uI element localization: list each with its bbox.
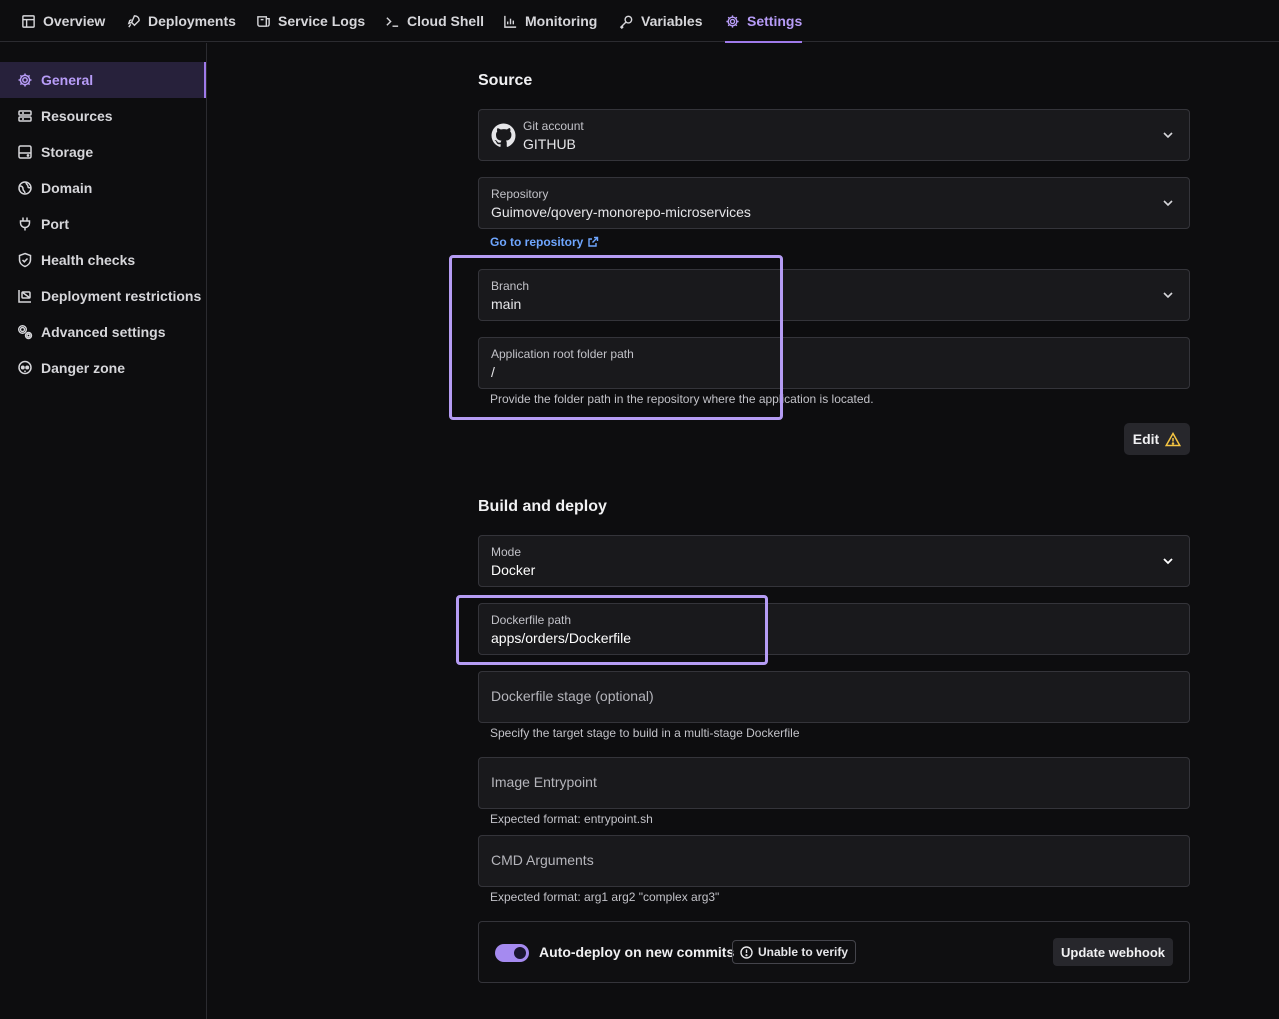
tab-deployments[interactable]: Deployments (126, 0, 236, 42)
unable-to-verify-badge: Unable to verify (732, 940, 857, 964)
tab-label: Variables (641, 13, 703, 29)
settings-sidebar: General Resources Storage Domain Port He… (0, 43, 207, 1019)
terminal-icon (386, 16, 399, 27)
root-path-field[interactable]: Application root folder path / (478, 337, 1190, 389)
rocket-icon (127, 14, 140, 28)
sidebar-item-resources[interactable]: Resources (0, 98, 206, 134)
branch-value: main (491, 296, 522, 312)
root-path-value: / (491, 364, 495, 380)
repository-label: Repository (491, 187, 549, 201)
entrypoint-field[interactable]: Image Entrypoint (478, 757, 1190, 809)
github-icon (491, 123, 516, 147)
logs-icon (257, 15, 270, 27)
chevron-down-icon (1163, 292, 1173, 299)
badge-label: Unable to verify (758, 945, 849, 959)
tab-cloud-shell[interactable]: Cloud Shell (385, 0, 484, 42)
sidebar-item-label: Danger zone (41, 360, 126, 376)
dockerfile-path-field[interactable]: Dockerfile path apps/orders/Dockerfile (478, 603, 1190, 655)
external-link-icon (588, 236, 599, 247)
restrictions-icon (18, 290, 31, 303)
entrypoint-hint: Expected format: entrypoint.sh (490, 812, 653, 826)
source-section-title: Source (478, 72, 533, 89)
gear-icon (726, 14, 739, 28)
branch-label: Branch (491, 279, 530, 293)
update-webhook-button[interactable]: Update webhook (1052, 938, 1173, 966)
alert-circle-icon (740, 945, 753, 959)
sidebar-item-label: Storage (41, 144, 94, 160)
chevron-down-icon (1163, 132, 1173, 139)
tab-label: Overview (43, 13, 106, 29)
dockerfile-path-label: Dockerfile path (491, 613, 572, 627)
mode-value: Docker (491, 562, 536, 578)
tab-label: Cloud Shell (407, 13, 484, 29)
plug-icon (19, 217, 31, 231)
cmd-arguments-hint: Expected format: arg1 arg2 "complex arg3… (490, 890, 720, 904)
sidebar-item-label: Resources (41, 108, 113, 124)
root-path-hint: Provide the folder path in the repositor… (490, 392, 874, 406)
entrypoint-placeholder: Image Entrypoint (491, 774, 597, 790)
tab-label: Deployments (148, 13, 236, 29)
repository-value: Guimove/qovery-monorepo-microservices (491, 204, 751, 220)
dockerfile-stage-field[interactable]: Dockerfile stage (optional) (478, 671, 1190, 723)
tab-label: Settings (747, 13, 803, 29)
gear-icon (18, 73, 32, 87)
tab-label: Monitoring (525, 13, 598, 29)
build-section-title: Build and deploy (478, 498, 607, 515)
branch-select[interactable]: Branch main (478, 269, 1190, 321)
tab-variables[interactable]: Variables (619, 0, 703, 42)
cogs-icon (18, 325, 33, 340)
mode-label: Mode (491, 545, 522, 559)
resources-icon (18, 110, 32, 122)
sidebar-item-label: Port (41, 216, 69, 232)
tab-monitoring[interactable]: Monitoring (503, 0, 597, 42)
git-account-value: GITHUB (523, 136, 576, 152)
shield-icon (18, 252, 32, 268)
edit-label: Edit (1132, 431, 1160, 447)
sidebar-item-label: Deployment restrictions (41, 288, 202, 304)
git-account-select[interactable]: Git account GITHUB (478, 109, 1190, 161)
cmd-arguments-placeholder: CMD Arguments (491, 852, 594, 868)
chevron-down-icon (1163, 200, 1173, 207)
sidebar-item-label: General (41, 72, 94, 88)
mode-select[interactable]: Mode Docker (478, 535, 1190, 587)
dockerfile-path-value: apps/orders/Dockerfile (491, 630, 632, 646)
sidebar-item-port[interactable]: Port (0, 206, 206, 242)
sidebar-item-label: Health checks (41, 252, 136, 268)
auto-deploy-panel: Auto-deploy on new commits Unable to ver… (478, 921, 1190, 983)
sidebar-item-label: Advanced settings (41, 324, 166, 340)
tab-label: Service Logs (278, 13, 366, 29)
toggle-knob (514, 947, 526, 959)
go-to-repository-label: Go to repository (490, 235, 584, 249)
storage-icon (18, 145, 32, 159)
chart-icon (504, 15, 517, 28)
sidebar-item-health-checks[interactable]: Health checks (0, 242, 206, 278)
cmd-arguments-field[interactable]: CMD Arguments (478, 835, 1190, 887)
key-icon (619, 15, 633, 29)
sidebar-item-danger-zone[interactable]: Danger zone (0, 350, 206, 386)
sidebar-item-deployment-restrictions[interactable]: Deployment restrictions (0, 278, 206, 314)
root-path-label: Application root folder path (491, 347, 634, 361)
repository-select[interactable]: Repository Guimove/qovery-monorepo-micro… (478, 177, 1190, 229)
tab-settings[interactable]: Settings (725, 0, 803, 43)
chevron-down-icon (1163, 558, 1173, 565)
sidebar-item-advanced-settings[interactable]: Advanced settings (0, 314, 206, 350)
sidebar-item-label: Domain (41, 180, 93, 196)
skull-icon (18, 360, 32, 375)
sidebar-item-general[interactable]: General (0, 62, 206, 98)
dockerfile-stage-hint: Specify the target stage to build in a m… (490, 726, 800, 740)
dockerfile-stage-placeholder: Dockerfile stage (optional) (491, 688, 654, 704)
auto-deploy-toggle[interactable] (495, 944, 529, 962)
go-to-repository-link[interactable]: Go to repository (490, 235, 599, 249)
git-account-label: Git account (523, 119, 584, 133)
tab-service-logs[interactable]: Service Logs (256, 0, 365, 42)
sidebar-item-domain[interactable]: Domain (0, 170, 206, 206)
globe-icon (18, 181, 32, 195)
top-nav: Overview Deployments Service Logs Cloud … (0, 0, 1279, 43)
warning-icon (1165, 431, 1182, 446)
edit-button[interactable]: Edit (1124, 423, 1190, 455)
sidebar-item-storage[interactable]: Storage (0, 134, 206, 170)
auto-deploy-label: Auto-deploy on new commits (539, 944, 735, 960)
overview-icon (22, 14, 35, 28)
tab-overview[interactable]: Overview (21, 0, 105, 42)
